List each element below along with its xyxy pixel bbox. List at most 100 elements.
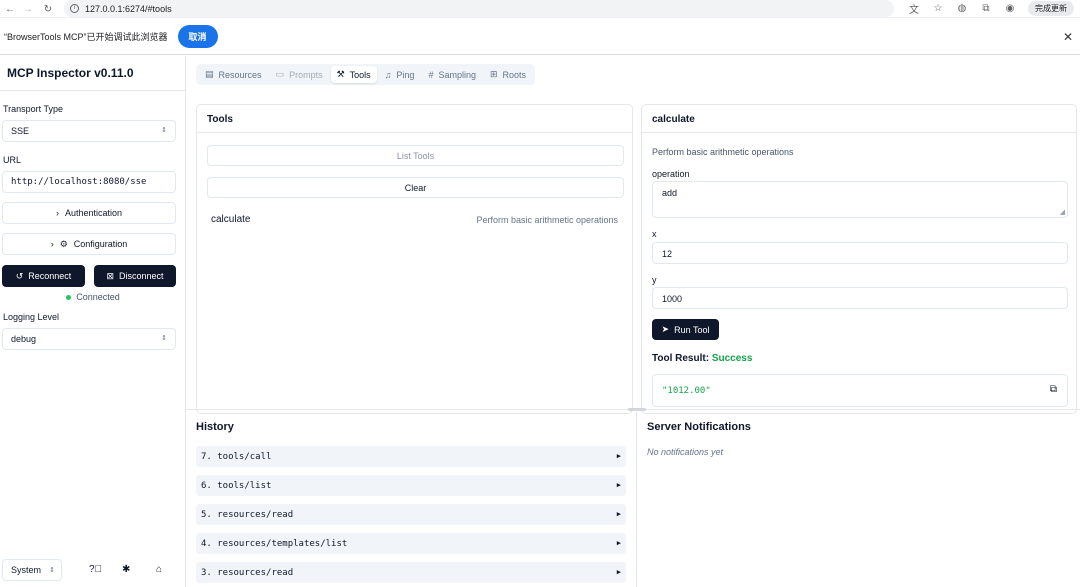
- infobar-message: “BrowserTools MCP”已开始调试此浏览器: [4, 31, 168, 42]
- url-input[interactable]: http://localhost:8080/sse: [2, 171, 176, 193]
- authentication-label: Authentication: [64, 208, 123, 218]
- chevrons-up-down-icon: ⇕: [161, 335, 167, 342]
- notifications-title: Server Notifications: [647, 421, 751, 433]
- tool-detail-description: Perform basic arithmetic operations: [652, 147, 794, 157]
- tools-panel: Tools List Tools Clear calculate Perform…: [196, 104, 633, 414]
- app-title: MCP Inspector v0.11.0: [7, 66, 134, 80]
- history-item[interactable]: 7. tools/call ▶: [196, 446, 626, 467]
- forward-icon[interactable]: →: [20, 1, 36, 17]
- extension-shield-icon[interactable]: ◍: [956, 3, 968, 15]
- tool-result-label: Tool Result:: [652, 353, 710, 364]
- notifications-empty: No notifications yet: [647, 447, 724, 457]
- reload-icon[interactable]: ↻: [40, 1, 56, 17]
- history-title: History: [196, 421, 234, 433]
- list-tools-button[interactable]: List Tools: [207, 145, 624, 166]
- profile-icon[interactable]: ◉: [1004, 3, 1016, 15]
- sidebar: MCP Inspector v0.11.0 Transport Type SSE…: [0, 56, 186, 587]
- transport-type-label: Transport Type: [3, 104, 64, 114]
- hash-icon: #: [428, 69, 434, 80]
- tool-list-item[interactable]: calculate Perform basic arithmetic opera…: [207, 209, 624, 229]
- copy-icon[interactable]: ⧉: [1050, 384, 1057, 395]
- y-input[interactable]: 1000: [652, 287, 1068, 309]
- star-icon[interactable]: ☆: [932, 3, 944, 15]
- tool-description: Perform basic arithmetic operations: [476, 215, 618, 225]
- tab-ping[interactable]: ♫ Ping: [379, 66, 421, 83]
- configuration-button[interactable]: › ⚙ Configuration: [2, 233, 176, 255]
- gear-icon: ⚙: [59, 238, 68, 249]
- operation-label: operation: [652, 169, 690, 179]
- logging-level-select[interactable]: debug ⇕: [2, 328, 176, 350]
- folder-tree-icon: ⊞: [489, 69, 498, 79]
- files-icon: ▤: [205, 69, 214, 79]
- expand-arrow-icon: ▶: [616, 539, 621, 547]
- puzzle-icon[interactable]: ⧉: [980, 3, 992, 15]
- disconnect-label: Disconnect: [119, 271, 164, 281]
- operation-textarea[interactable]: add ◢: [652, 181, 1068, 218]
- reconnect-button[interactable]: ↺ Reconnect: [2, 265, 85, 287]
- back-icon[interactable]: ←: [2, 1, 18, 17]
- tool-name: calculate: [211, 214, 251, 225]
- run-tool-button[interactable]: ➤ Run Tool: [652, 319, 719, 340]
- tool-detail-title: calculate: [642, 105, 1076, 133]
- hammer-icon: ⚒: [336, 69, 345, 79]
- message-icon: ▭: [275, 69, 285, 79]
- tab-tools[interactable]: ⚒ Tools: [330, 66, 377, 83]
- x-input[interactable]: 12: [652, 242, 1068, 264]
- disconnect-button[interactable]: ⊠ Disconnect: [94, 265, 176, 287]
- bell-icon: ♫: [384, 69, 392, 80]
- cancel-button[interactable]: 取消: [177, 24, 218, 48]
- tool-result-box: "1012.00" ⧉: [652, 374, 1068, 407]
- resize-grip[interactable]: [628, 408, 646, 411]
- history-item[interactable]: 5. resources/read ▶: [196, 504, 626, 525]
- tab-roots[interactable]: ⊞ Roots: [484, 66, 532, 83]
- url-label: URL: [3, 155, 22, 165]
- expand-arrow-icon: ▶: [616, 510, 621, 518]
- expand-arrow-icon: ▶: [616, 568, 621, 576]
- tool-result-heading: Tool Result: Success: [652, 353, 752, 364]
- site-info-icon[interactable]: i: [70, 4, 79, 13]
- tools-panel-title: Tools: [197, 105, 632, 133]
- authentication-button[interactable]: › Authentication: [2, 202, 176, 224]
- debug-infobar: “BrowserTools MCP”已开始调试此浏览器 取消 ✕: [0, 18, 1080, 55]
- resize-handle-icon[interactable]: ◢: [1060, 208, 1065, 216]
- transport-type-select[interactable]: SSE ⇕: [2, 120, 176, 142]
- tool-result-value: "1012.00": [662, 386, 711, 396]
- rotate-ccw-icon: ↺: [15, 270, 24, 281]
- theme-select[interactable]: System ⇕: [2, 559, 62, 581]
- history-item[interactable]: 3. resources/read ▶: [196, 562, 626, 583]
- url-text: 127.0.0.1:6274/#tools: [85, 3, 172, 14]
- y-label: y: [652, 275, 657, 285]
- send-icon: ➤: [661, 324, 670, 334]
- status-text: Connected: [76, 292, 120, 302]
- bottom-divider: [636, 410, 637, 587]
- chevrons-up-down-icon: ⇕: [49, 567, 55, 574]
- configuration-label: Configuration: [73, 239, 128, 249]
- tab-resources[interactable]: ▤ Resources: [199, 66, 268, 83]
- chevron-right-icon: ›: [50, 239, 54, 249]
- history-item[interactable]: 6. tools/list ▶: [196, 475, 626, 496]
- status-dot-icon: [66, 295, 72, 301]
- tab-sampling[interactable]: # Sampling: [422, 66, 482, 83]
- x-label: x: [652, 229, 657, 239]
- logging-level-label: Logging Level: [3, 312, 60, 322]
- connection-status: Connected: [0, 292, 186, 302]
- github-icon[interactable]: ⌂: [156, 564, 162, 575]
- divider: [0, 90, 186, 91]
- clear-button[interactable]: Clear: [207, 177, 624, 198]
- address-bar[interactable]: i 127.0.0.1:6274/#tools: [64, 0, 894, 17]
- history-item[interactable]: 4. resources/templates/list ▶: [196, 533, 626, 554]
- close-icon[interactable]: ✕: [1063, 30, 1073, 44]
- bug-icon[interactable]: ✱: [122, 564, 130, 575]
- run-tool-label: Run Tool: [674, 324, 710, 335]
- logging-level-value: debug: [11, 334, 37, 344]
- translate-icon[interactable]: 文: [908, 3, 920, 16]
- tab-prompts[interactable]: ▭ Prompts: [270, 66, 329, 83]
- x-value: 12: [662, 249, 673, 259]
- unplug-icon: ⊠: [106, 270, 114, 281]
- y-value: 1000: [662, 294, 683, 304]
- tab-list: ▤ Resources ▭ Prompts ⚒ Tools ♫ Ping # Sampli…: [196, 64, 536, 85]
- help-circle-icon[interactable]: ?⃝: [89, 564, 102, 575]
- update-button[interactable]: 完成更新: [1028, 1, 1074, 16]
- expand-arrow-icon: ▶: [616, 481, 621, 489]
- chevrons-up-down-icon: ⇕: [161, 127, 167, 134]
